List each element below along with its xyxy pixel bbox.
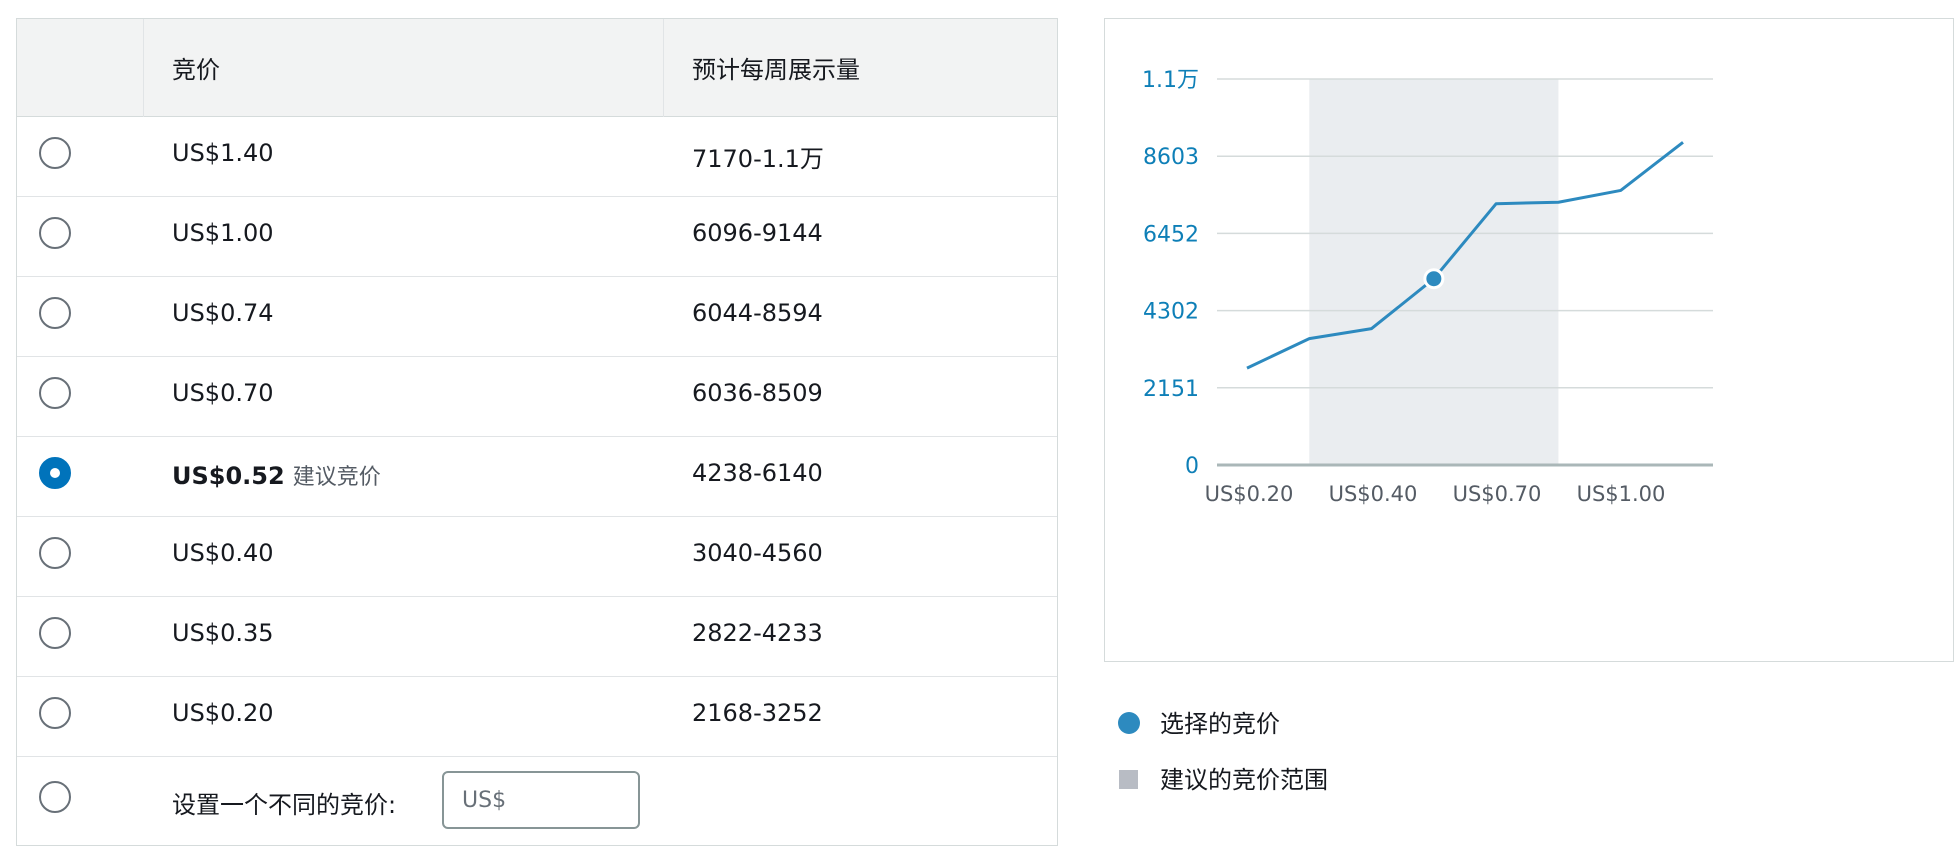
table-row[interactable]: US$0.70 6036-8509	[17, 357, 1057, 437]
header-select-column	[17, 19, 144, 117]
impressions-value: 6036-8509	[692, 379, 823, 407]
bid-amount: US$1.00	[172, 219, 274, 247]
y-tick-label: 6452	[1143, 222, 1199, 247]
impressions-value: 7170-1.1万	[692, 145, 824, 173]
header-bid-label: 竞价	[172, 56, 220, 84]
table-header: 竞价 预计每周展示量	[17, 19, 1057, 117]
header-bid-column: 竞价	[144, 19, 664, 117]
x-tick-label: US$0.70	[1453, 482, 1542, 506]
selected-bid-point	[1423, 268, 1445, 290]
bid-radio[interactable]	[39, 217, 71, 249]
impressions-value: 4238-6140	[692, 459, 823, 487]
table-row[interactable]: US$1.00 6096-9144	[17, 197, 1057, 277]
y-tick-label: 8603	[1143, 145, 1199, 170]
chart-svg: 0 2151 4302 6452 8603 1.1万 US$0.20 US$0.40 US$0.…	[1142, 68, 1713, 506]
table-row[interactable]: US$0.20 2168-3252	[17, 677, 1057, 757]
bid-value: US$0.35	[172, 619, 274, 647]
bid-radio[interactable]	[39, 377, 71, 409]
impressions-value: 3040-4560	[692, 539, 823, 567]
bid-amount: US$1.40	[172, 139, 274, 167]
table-row[interactable]: US$0.40 3040-4560	[17, 517, 1057, 597]
suggested-bid-tag: 建议竞价	[292, 465, 381, 490]
bid-amount: US$0.35	[172, 619, 274, 647]
bid-value: US$1.00	[172, 219, 274, 247]
custom-bid-label: 设置一个不同的竞价:	[172, 791, 397, 819]
table-row[interactable]: US$0.35 2822-4233	[17, 597, 1057, 677]
impressions-chart: 0 2151 4302 6452 8603 1.1万 US$0.20 US$0.40 US$0.…	[1104, 18, 1954, 662]
selected-bid-dot-icon	[1118, 712, 1140, 734]
bid-amount: US$0.20	[172, 699, 274, 727]
impressions-value: 6096-9144	[692, 219, 823, 247]
custom-bid-row[interactable]: 设置一个不同的竞价:	[17, 757, 1057, 843]
bid-value: US$0.40	[172, 539, 274, 567]
bid-table: 竞价 预计每周展示量 US$1.40 7170-1.1万 US$1.00 6096-9…	[16, 18, 1058, 846]
y-tick-label: 2151	[1143, 377, 1199, 402]
impressions-value: 6044-8594	[692, 299, 823, 327]
bid-radio[interactable]	[39, 137, 71, 169]
x-tick-label: US$0.20	[1205, 482, 1294, 506]
x-tick-label: US$1.00	[1577, 482, 1666, 506]
table-row[interactable]: US$0.52 建议竞价 4238-6140	[17, 437, 1057, 517]
y-tick-label: 1.1万	[1142, 68, 1199, 93]
bid-amount: US$0.40	[172, 539, 274, 567]
bid-value: US$0.52 建议竞价	[172, 459, 381, 491]
impressions-value: 2168-3252	[692, 699, 823, 727]
x-tick-label: US$0.40	[1329, 482, 1418, 506]
legend-label-suggested-range: 建议的竞价范围	[1160, 766, 1328, 794]
legend-label-selected-bid: 选择的竞价	[1160, 710, 1280, 738]
impressions-value: 2822-4233	[692, 619, 823, 647]
bid-value: US$0.74	[172, 299, 274, 327]
bid-amount: US$0.70	[172, 379, 274, 407]
table-row[interactable]: US$0.74 6044-8594	[17, 277, 1057, 357]
header-impressions-column: 预计每周展示量	[664, 19, 1057, 117]
bid-value: US$1.40	[172, 139, 274, 167]
custom-bid-radio[interactable]	[39, 781, 71, 813]
bid-amount: US$0.52	[172, 462, 285, 490]
y-tick-label: 0	[1185, 454, 1199, 479]
bid-radio[interactable]	[39, 697, 71, 729]
bid-radio[interactable]	[39, 297, 71, 329]
bid-radio[interactable]	[39, 457, 71, 489]
suggested-range-square-icon	[1119, 770, 1138, 789]
header-impressions-label: 预计每周展示量	[692, 56, 860, 84]
bid-value: US$0.70	[172, 379, 274, 407]
bid-amount: US$0.74	[172, 299, 274, 327]
bid-radio[interactable]	[39, 537, 71, 569]
custom-bid-input[interactable]	[442, 771, 640, 829]
bid-radio[interactable]	[39, 617, 71, 649]
y-tick-label: 4302	[1143, 300, 1199, 325]
table-row[interactable]: US$1.40 7170-1.1万	[17, 117, 1057, 197]
bid-value: US$0.20	[172, 699, 274, 727]
